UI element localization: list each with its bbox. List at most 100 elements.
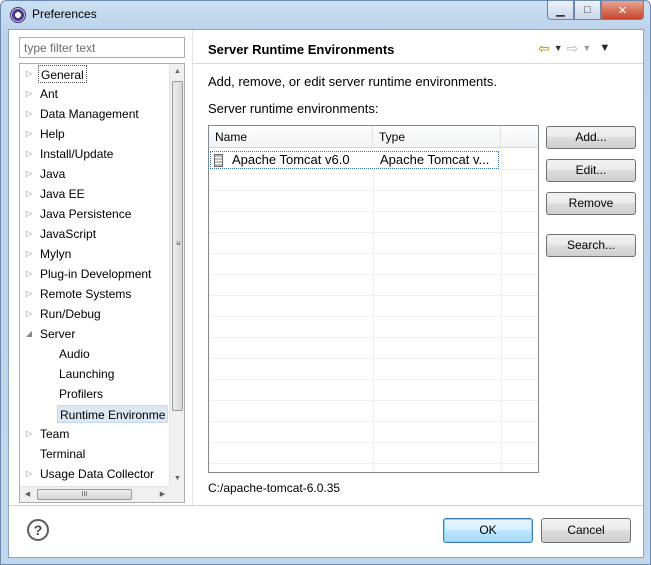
expand-arrow-icon[interactable]: ▷ — [24, 424, 34, 444]
ok-button[interactable]: OK — [443, 518, 533, 543]
tree-item[interactable]: ▷ Mylyn — [20, 244, 170, 264]
server-runtime-icon — [214, 154, 223, 167]
tree-item[interactable]: ▷ Java Persistence — [20, 204, 170, 224]
tree-item[interactable]: ▷ Team — [20, 424, 170, 444]
edit-button[interactable]: Edit... — [546, 159, 636, 182]
maximize-button[interactable]: □ — [574, 1, 601, 20]
tree-item[interactable]: ▷ Java — [20, 164, 170, 184]
preferences-tree: ▷ General ▷ Ant ▷ Data Management ▷ Help ▷ Instal… — [19, 63, 185, 503]
tree-item[interactable]: ▷ Help — [20, 124, 170, 144]
remove-button[interactable]: Remove — [546, 192, 636, 215]
tree-item-label: JavaScript — [40, 227, 97, 241]
collapse-arrow-icon[interactable]: ◢ — [24, 324, 34, 344]
scroll-up-icon[interactable]: ▲ — [170, 64, 184, 79]
filter-input[interactable] — [19, 37, 185, 58]
tree-item[interactable]: ▷ JavaScript — [20, 224, 170, 244]
expand-arrow-icon[interactable]: ▷ — [24, 264, 34, 284]
column-header-type[interactable]: Type — [373, 126, 501, 148]
add-button[interactable]: Add... — [546, 126, 636, 149]
tree-item-label: Launching — [59, 367, 115, 381]
expand-arrow-icon[interactable]: ▷ — [24, 224, 34, 244]
expand-arrow-icon[interactable]: ▷ — [24, 64, 34, 84]
runtime-list-label: Server runtime environments: — [208, 101, 379, 116]
view-menu-icon[interactable]: ▼ — [599, 40, 610, 56]
back-history-dropdown-icon[interactable]: ▼ — [554, 40, 563, 56]
hscroll-thumb[interactable]: III — [37, 489, 132, 500]
scroll-down-icon[interactable]: ▼ — [170, 471, 184, 486]
scroll-left-icon[interactable]: ◀ — [20, 487, 35, 502]
page-navigation: ⇦ ▼ ⇨ ▼ ▼ — [538, 40, 610, 56]
tree-item[interactable]: ▷ General — [20, 64, 170, 84]
tree-item[interactable]: ◢ Server — [20, 324, 170, 344]
forward-arrow-icon: ⇨ — [566, 40, 579, 56]
tree-item-label: Mylyn — [40, 247, 72, 261]
tree-item-label: Java — [40, 167, 66, 181]
header-separator — [193, 63, 643, 64]
tree-item-label: Plug-in Development — [40, 267, 152, 281]
window-title: Preferences — [32, 7, 97, 21]
expand-arrow-icon[interactable]: ▷ — [24, 244, 34, 264]
expand-arrow-icon[interactable]: ▷ — [24, 184, 34, 204]
tree-item-label: Audio — [59, 347, 90, 361]
title-bar[interactable]: Preferences ▁ □ ✕ — [1, 1, 650, 29]
column-header-name[interactable]: Name — [209, 126, 373, 148]
tree-item[interactable]: Profilers — [20, 384, 170, 404]
tree-item-label: Runtime Environme — [57, 405, 169, 423]
scroll-grip-icon: ≡ — [176, 239, 181, 248]
tree-item[interactable]: Audio — [20, 344, 170, 364]
scroll-thumb[interactable]: ≡ — [172, 81, 183, 411]
runtime-name-cell: Apache Tomcat v6.0 — [232, 152, 350, 167]
tree-item-label: Data Management — [40, 107, 139, 121]
tree-item[interactable]: ▷ Ant — [20, 84, 170, 104]
footer-separator — [9, 505, 643, 506]
eclipse-app-icon — [10, 7, 26, 23]
expand-arrow-icon[interactable]: ▷ — [24, 124, 34, 144]
back-arrow-icon[interactable]: ⇦ — [538, 40, 550, 56]
tree-horizontal-scrollbar[interactable]: ◀ III ▶ — [20, 486, 170, 502]
close-button[interactable]: ✕ — [601, 1, 644, 20]
expand-arrow-icon[interactable]: ▷ — [24, 84, 34, 104]
tree-item[interactable]: Terminal — [20, 444, 170, 464]
tree-item[interactable]: ▷ Data Management — [20, 104, 170, 124]
tree-item-label: Java EE — [40, 187, 85, 201]
expand-arrow-icon[interactable]: ▷ — [24, 164, 34, 184]
tree-item[interactable]: Runtime Environme — [20, 404, 170, 424]
tree-item-label: Profilers — [59, 387, 104, 401]
tree-item[interactable]: Launching — [20, 364, 170, 384]
table-row[interactable]: Apache Tomcat v6.0 Apache Tomcat v... — [210, 151, 499, 169]
scroll-right-icon[interactable]: ▶ — [155, 487, 170, 502]
tree-item[interactable]: ▷ Remote Systems — [20, 284, 170, 304]
tree-vertical-scrollbar[interactable]: ▲ ≡ ▼ — [169, 64, 184, 486]
search-button[interactable]: Search... — [546, 234, 636, 257]
help-icon[interactable]: ? — [27, 519, 49, 541]
tree-item[interactable]: ▷ Run/Debug — [20, 304, 170, 324]
cancel-button[interactable]: Cancel — [541, 518, 631, 543]
runtime-table[interactable]: Name Type Apache Tomcat v6.0 Apache Tomc… — [208, 125, 539, 473]
expand-arrow-icon[interactable]: ▷ — [24, 204, 34, 224]
expand-arrow-icon[interactable]: ▷ — [24, 464, 34, 484]
dialog-content: ▷General▷Ant▷Data Management▷Help▷Instal… — [8, 29, 644, 558]
tree-item[interactable]: ▷ Install/Update — [20, 144, 170, 164]
tree-item-label: Ant — [40, 87, 59, 101]
column-divider — [373, 149, 374, 472]
expand-arrow-icon[interactable]: ▷ — [24, 144, 34, 164]
page-description: Add, remove, or edit server runtime envi… — [208, 74, 498, 89]
table-header: Name Type — [209, 126, 538, 148]
forward-history-dropdown-icon: ▼ — [582, 43, 592, 53]
runtime-type-cell: Apache Tomcat v... — [380, 152, 490, 167]
scroll-corner — [169, 486, 184, 502]
minimize-button[interactable]: ▁ — [547, 1, 574, 20]
tree-item-label: General — [38, 65, 87, 83]
tree-item-label: Team — [40, 427, 70, 441]
expand-arrow-icon[interactable]: ▷ — [24, 104, 34, 124]
tree-item[interactable]: ▷ Java EE — [20, 184, 170, 204]
pane-divider[interactable] — [192, 30, 193, 505]
expand-arrow-icon[interactable]: ▷ — [24, 304, 34, 324]
runtime-location: C:/apache-tomcat-6.0.35 — [208, 481, 341, 495]
preferences-window: Preferences ▁ □ ✕ ▷General▷Ant▷Data Mana… — [0, 0, 651, 565]
tree-item[interactable]: ▷ Usage Data Collector — [20, 464, 170, 484]
tree-item-label: Remote Systems — [40, 287, 132, 301]
tree-item-label: Terminal — [40, 447, 86, 461]
tree-item[interactable]: ▷ Plug-in Development — [20, 264, 170, 284]
expand-arrow-icon[interactable]: ▷ — [24, 284, 34, 304]
